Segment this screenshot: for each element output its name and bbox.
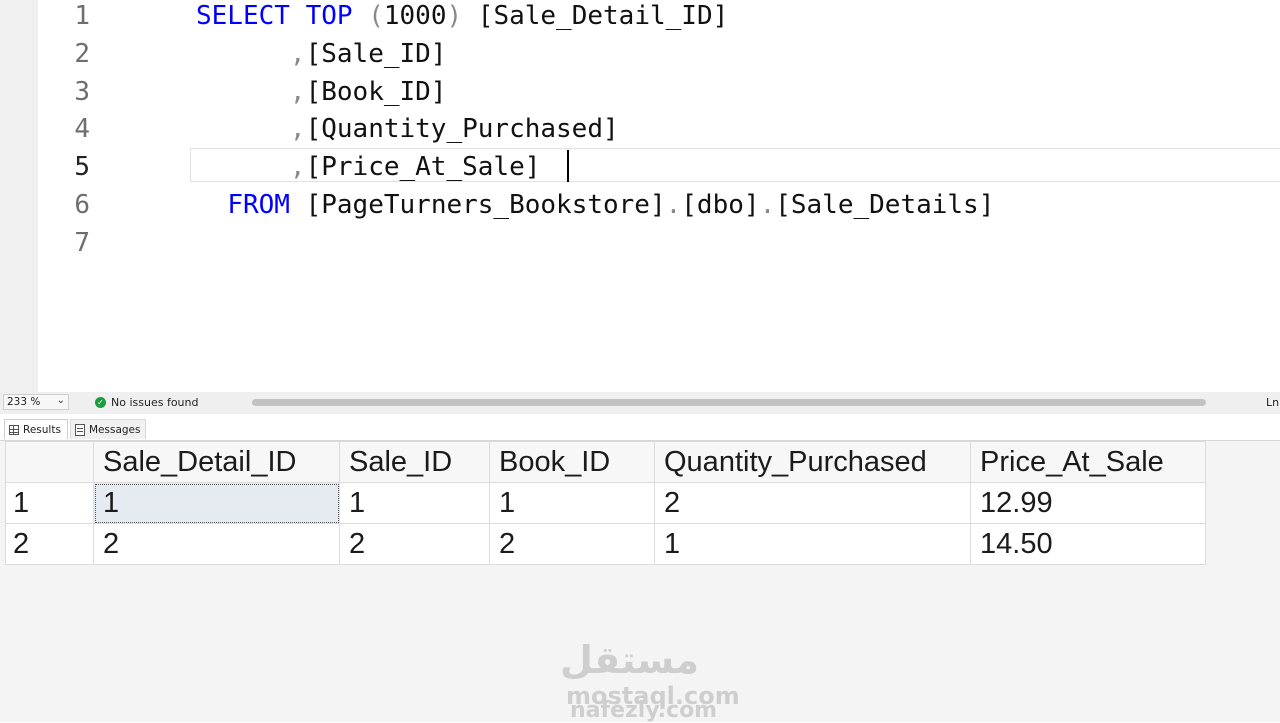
table-cell[interactable]: 1: [489, 482, 655, 524]
query-editor[interactable]: 1 2 3 4 5 6 7 SELECT TOP (1000) [Sale_De…: [0, 0, 1280, 392]
zoom-value: 233 %: [7, 396, 41, 408]
code-token: .: [665, 190, 682, 220]
code-line[interactable]: ,[Price_At_Sale]: [196, 148, 540, 186]
code-token: 1000: [383, 1, 447, 31]
line-number: 3: [74, 77, 90, 107]
table-cell[interactable]: 1: [339, 482, 490, 524]
tab-messages-label: Messages: [89, 423, 141, 436]
sql-keyword: FROM: [227, 190, 290, 220]
code-line[interactable]: FROM [PageTurners_Bookstore].[dbo].[Sale…: [196, 186, 994, 224]
tab-messages[interactable]: Messages: [70, 419, 146, 439]
row-number[interactable]: 2: [5, 523, 94, 565]
column-header[interactable]: Book_ID: [489, 441, 655, 483]
table-cell[interactable]: 2: [93, 523, 340, 565]
issues-text: No issues found: [111, 396, 199, 409]
line-number: 4: [74, 114, 90, 144]
line-number: 1: [74, 1, 90, 31]
code-token: ,: [289, 77, 306, 107]
text-caret: [567, 150, 569, 182]
code-line[interactable]: ,[Book_ID]: [196, 73, 447, 111]
watermark-line2: nafezly.com: [570, 698, 718, 723]
results-tab-bar: Results Messages: [0, 414, 1280, 441]
line-number: 2: [74, 39, 90, 69]
table-cell[interactable]: 2: [339, 523, 490, 565]
column-header[interactable]: Quantity_Purchased: [654, 441, 971, 483]
horizontal-scrollbar[interactable]: [252, 399, 1206, 406]
results-pane: Sale_Detail_ID Sale_ID Book_ID Quantity_…: [0, 441, 1280, 723]
table-cell[interactable]: 2: [489, 523, 655, 565]
table-cell[interactable]: 1: [654, 523, 971, 565]
table-cell[interactable]: 2: [654, 482, 971, 524]
check-circle-icon: ✓: [95, 397, 106, 408]
line-number: 6: [74, 190, 90, 220]
line-number-current: 5: [74, 152, 90, 182]
row-number-header[interactable]: [5, 441, 94, 483]
tab-results[interactable]: Results: [4, 419, 68, 439]
chevron-down-icon: ⌄: [56, 395, 65, 406]
code-token: [Sale_ID]: [305, 39, 447, 69]
sql-keyword: SELECT: [196, 1, 290, 31]
messages-icon: [75, 423, 85, 436]
line-indicator: Ln:: [1266, 396, 1280, 409]
code-line[interactable]: ,[Sale_ID]: [196, 35, 447, 73]
code-token: ): [446, 1, 463, 31]
code-token: [Quantity_Purchased]: [305, 114, 619, 144]
zoom-select[interactable]: 233 % ⌄: [3, 394, 69, 410]
code-token: [dbo]: [681, 190, 760, 220]
code-token: .: [759, 190, 776, 220]
line-number: 7: [74, 228, 90, 258]
grid-icon: [9, 424, 19, 435]
tab-results-label: Results: [23, 423, 61, 436]
code-token: [Book_ID]: [305, 77, 447, 107]
table-row[interactable]: 1 1 1 1 2 12.99: [5, 482, 1206, 524]
code-token: [Sale_Detail_ID]: [462, 1, 729, 31]
editor-status-bar: 233 % ⌄ ✓ No issues found Ln:: [0, 392, 1280, 414]
code-token: ,: [289, 152, 306, 182]
code-token: ,: [289, 114, 306, 144]
table-cell[interactable]: 12.99: [970, 482, 1206, 524]
code-token: [Price_At_Sale]: [305, 152, 541, 182]
code-token: [Sale_Details]: [775, 190, 995, 220]
watermark-arabic: مستقل: [560, 638, 699, 682]
sql-keyword: TOP: [305, 1, 353, 31]
table-row[interactable]: 2 2 2 2 1 14.50: [5, 523, 1206, 565]
code-line[interactable]: ,[Quantity_Purchased]: [196, 110, 619, 148]
code-line[interactable]: SELECT TOP (1000) [Sale_Detail_ID]: [196, 0, 728, 35]
code-token: (: [368, 1, 384, 31]
header-row: Sale_Detail_ID Sale_ID Book_ID Quantity_…: [5, 441, 1206, 483]
code-token: ,: [289, 39, 306, 69]
row-number[interactable]: 1: [5, 482, 94, 524]
column-header[interactable]: Sale_ID: [339, 441, 490, 483]
column-header[interactable]: Sale_Detail_ID: [93, 441, 340, 483]
table-cell[interactable]: 14.50: [970, 523, 1206, 565]
table-cell-selected[interactable]: 1: [93, 482, 340, 524]
column-header[interactable]: Price_At_Sale: [970, 441, 1206, 483]
results-grid[interactable]: Sale_Detail_ID Sale_ID Book_ID Quantity_…: [5, 441, 1206, 565]
watermark: مستقل mostaql.com nafezly.com: [560, 638, 740, 723]
code-token: [PageTurners_Bookstore]: [289, 190, 666, 220]
issues-indicator[interactable]: ✓ No issues found: [95, 396, 198, 409]
